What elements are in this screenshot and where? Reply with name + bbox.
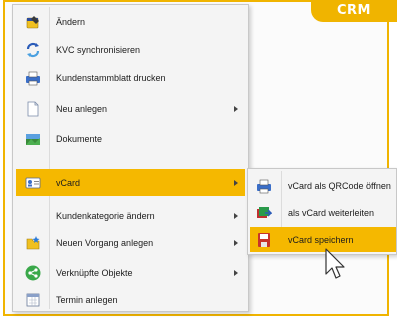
calendar-icon <box>25 292 41 308</box>
menu-item-linked-objects[interactable]: Verknüpfte Objekte <box>16 259 245 286</box>
menu-item-label: vCard <box>56 177 81 188</box>
menu-item-label: KVC synchronisieren <box>56 44 141 55</box>
submenu-arrow-icon <box>234 269 238 276</box>
submenu-item-label: vCard speichern <box>288 234 354 245</box>
print-icon <box>25 70 41 86</box>
menu-item-label: Ändern <box>56 16 86 27</box>
menu-item-new[interactable]: Neu anlegen <box>16 95 245 122</box>
new-document-icon <box>25 101 41 117</box>
menu-item-label: Neu anlegen <box>56 103 108 114</box>
edit-pencil-icon <box>25 14 41 30</box>
menu-item-create-appointment[interactable]: Termin anlegen <box>16 286 245 313</box>
save-icon <box>256 232 272 248</box>
mouse-pointer-icon <box>325 248 345 279</box>
menu-item-label: Kundenstammblatt drucken <box>56 72 166 83</box>
menu-item-label: Dokumente <box>56 133 103 144</box>
submenu-arrow-icon <box>234 239 238 246</box>
submenu-arrow-icon <box>234 212 238 219</box>
forward-mail-icon <box>256 205 272 221</box>
menu-item-label: Kundenkategorie ändern <box>56 210 155 221</box>
context-menu: Ändern KVC synchronisieren Kundenstammbl… <box>12 4 249 312</box>
menu-item-new-process[interactable]: Neuen Vorgang anlegen <box>16 229 245 256</box>
crm-badge: CRM <box>311 0 397 22</box>
menu-item-edit[interactable]: Ändern <box>16 8 245 35</box>
vcard-submenu: vCard als QRCode öffnen als vCard weiter… <box>247 168 397 255</box>
menu-item-print-customer-sheet[interactable]: Kundenstammblatt drucken <box>16 64 245 91</box>
submenu-item-label: vCard als QRCode öffnen <box>288 180 391 191</box>
vcard-icon <box>25 175 41 191</box>
menu-item-label: Verknüpfte Objekte <box>56 267 133 278</box>
documents-icon <box>25 131 41 147</box>
menu-item-kvc-sync[interactable]: KVC synchronisieren <box>16 36 245 63</box>
menu-item-change-customer-category[interactable]: Kundenkategorie ändern <box>16 202 245 229</box>
menu-item-documents[interactable]: Dokumente <box>16 125 245 152</box>
submenu-item-save-vcard[interactable]: vCard speichern <box>250 227 396 252</box>
link-icon <box>25 265 41 281</box>
submenu-item-vcard-qrcode[interactable]: vCard als QRCode öffnen <box>250 173 396 198</box>
menu-item-label: Neuen Vorgang anlegen <box>56 237 154 248</box>
qr-code-icon <box>256 178 272 194</box>
submenu-arrow-icon <box>234 105 238 112</box>
new-process-icon <box>25 235 41 251</box>
submenu-arrow-icon <box>234 179 238 186</box>
submenu-item-label: als vCard weiterleiten <box>288 207 375 218</box>
sync-icon <box>25 42 41 58</box>
menu-item-label: Termin anlegen <box>56 294 118 305</box>
menu-item-vcard[interactable]: vCard <box>16 169 245 196</box>
submenu-item-forward-vcard[interactable]: als vCard weiterleiten <box>250 200 396 225</box>
